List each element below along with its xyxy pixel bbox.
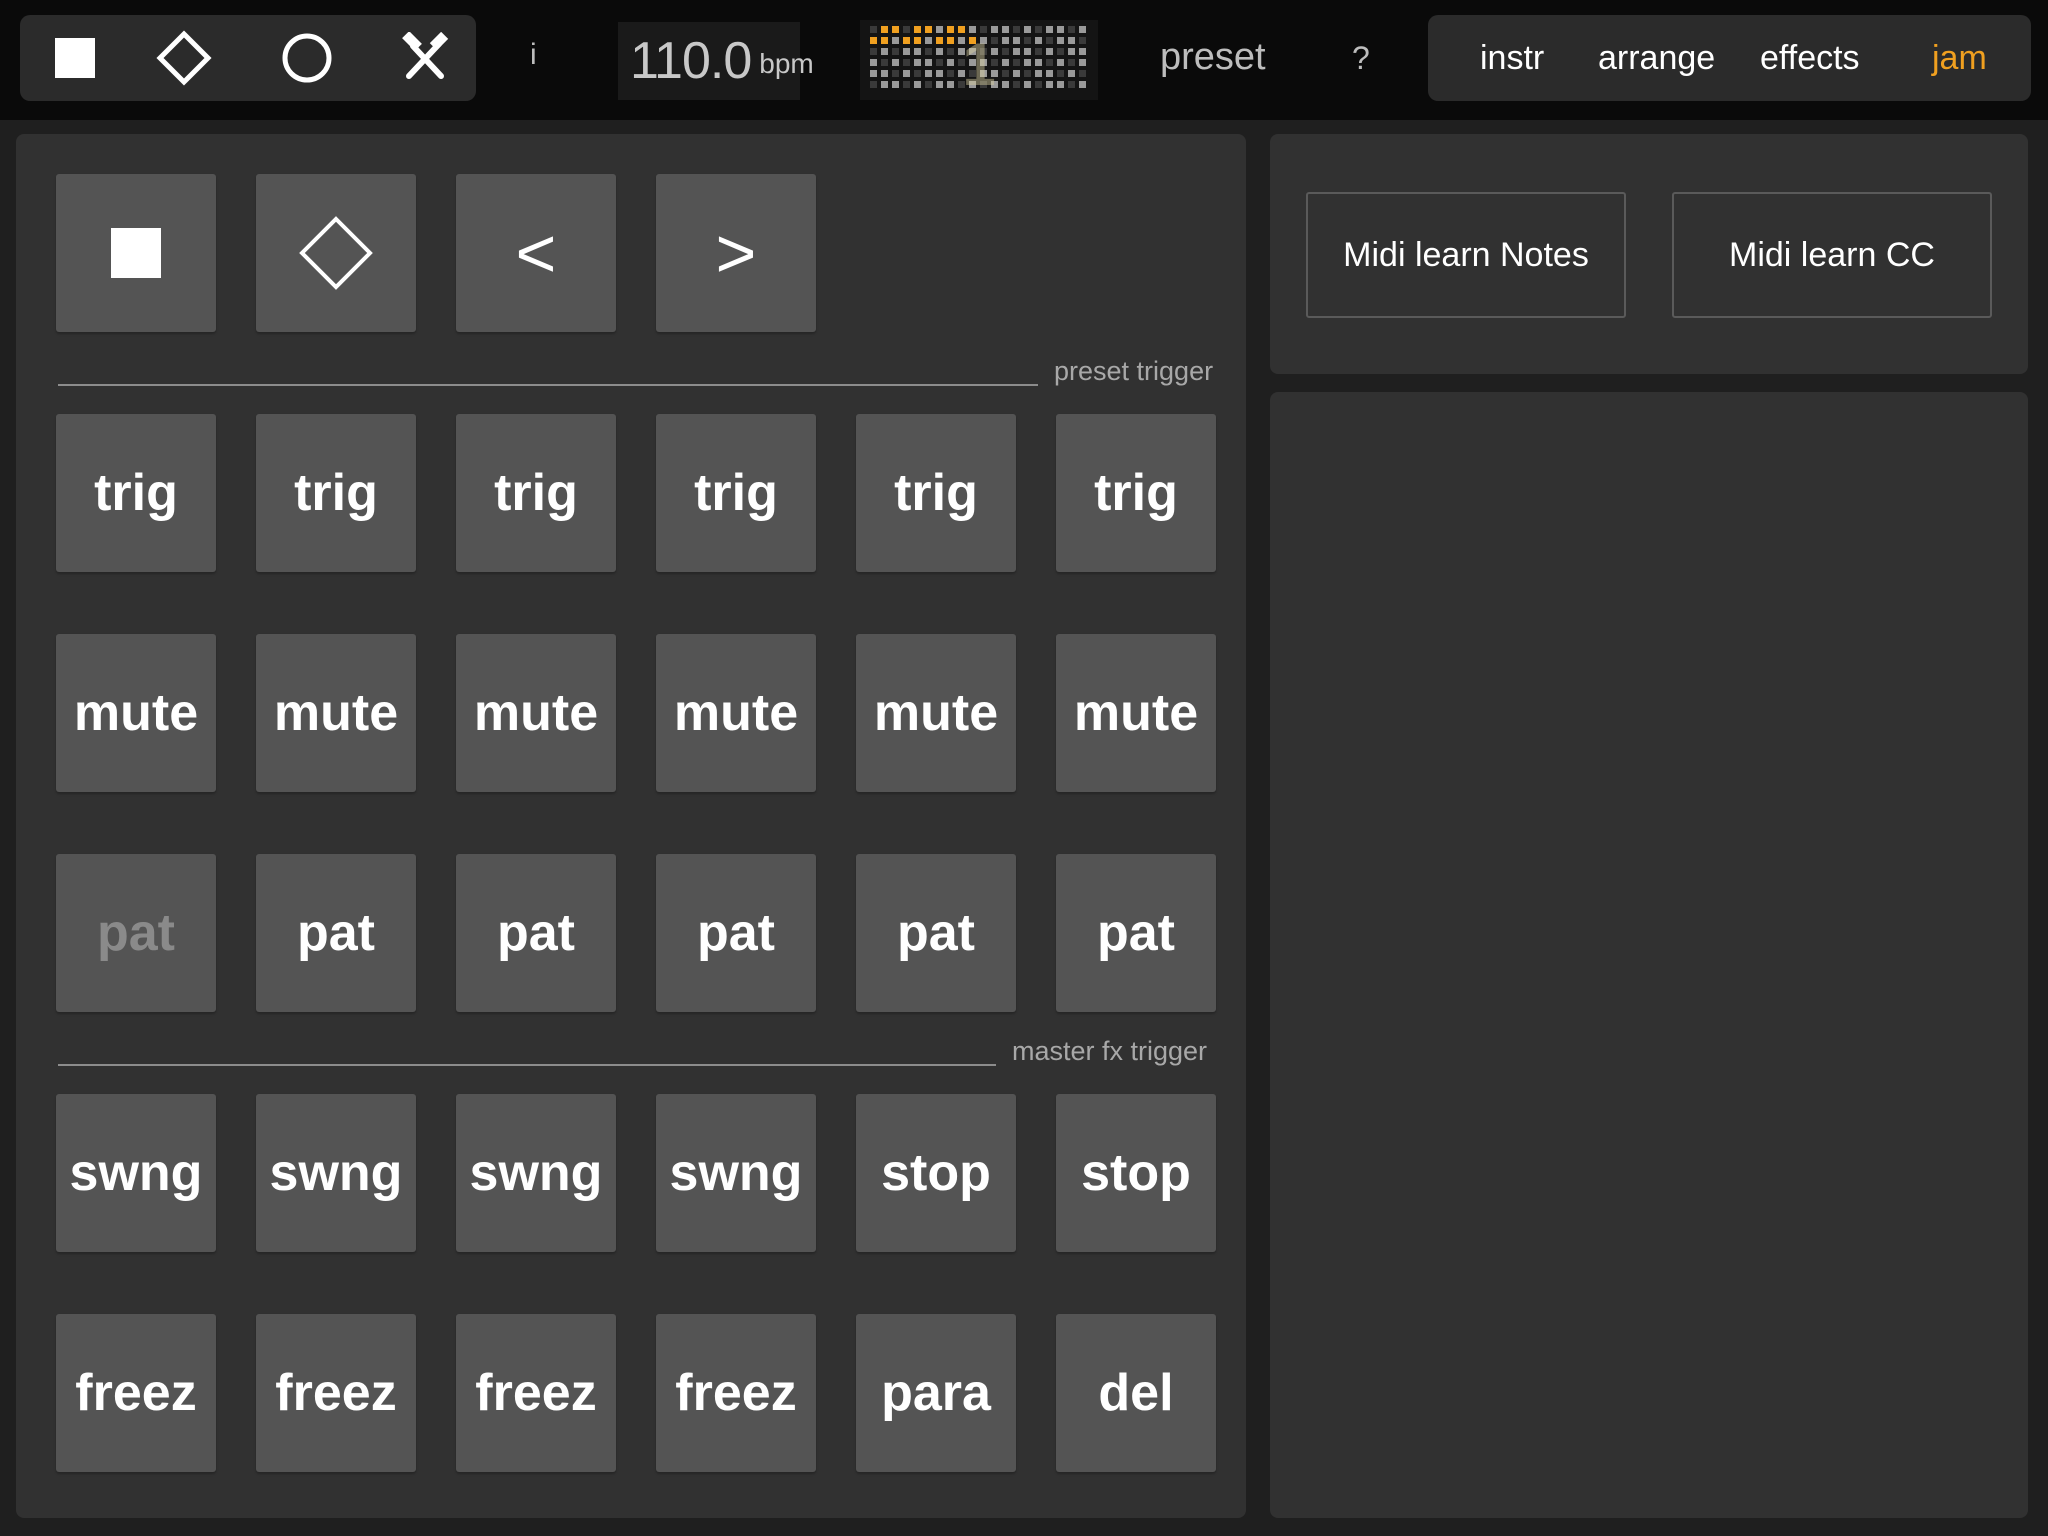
- transport-group: [20, 15, 476, 101]
- freeze-pad-4[interactable]: freez: [656, 1314, 816, 1472]
- master-fx-trigger-label: master fx trigger: [1012, 1036, 1208, 1066]
- circle-record-icon[interactable]: [279, 30, 335, 86]
- empty-side-panel: [1270, 392, 2028, 1518]
- pat-pad-6[interactable]: pat: [1056, 854, 1216, 1012]
- mute-pad-1[interactable]: mute: [56, 634, 216, 792]
- mute-pad-5[interactable]: mute: [856, 634, 1016, 792]
- info-button[interactable]: i: [530, 38, 537, 72]
- pat-pad-4[interactable]: pat: [656, 854, 816, 1012]
- preset-trigger-divider: [58, 384, 1038, 386]
- delay-fx-pad[interactable]: del: [1056, 1314, 1216, 1472]
- stop-square-icon[interactable]: [47, 30, 103, 86]
- mute-pad-4[interactable]: mute: [656, 634, 816, 792]
- freeze-pad-3[interactable]: freez: [456, 1314, 616, 1472]
- stop-fx-pad-1[interactable]: stop: [856, 1094, 1016, 1252]
- help-button[interactable]: ?: [1352, 40, 1370, 77]
- bpm-value: 110.0: [630, 32, 752, 90]
- midi-learn-cc-button[interactable]: Midi learn CC: [1672, 192, 1992, 318]
- swing-pad-2[interactable]: swng: [256, 1094, 416, 1252]
- stop-square-icon: [111, 228, 161, 278]
- step-dot-matrix: [870, 26, 1086, 88]
- midi-learn-panel: Midi learn Notes Midi learn CC: [1270, 134, 2028, 374]
- pat-pad-3[interactable]: pat: [456, 854, 616, 1012]
- hammer-wrench-icon[interactable]: [397, 30, 453, 86]
- trig-pad-1[interactable]: trig: [56, 414, 216, 572]
- jam-stop-pad[interactable]: [56, 174, 216, 332]
- swing-pad-1[interactable]: swng: [56, 1094, 216, 1252]
- diamond-play-icon: [299, 216, 373, 290]
- para-fx-pad[interactable]: para: [856, 1314, 1016, 1472]
- midi-learn-notes-button[interactable]: Midi learn Notes: [1306, 192, 1626, 318]
- view-tabs: instr arrange effects jam: [1428, 15, 2031, 101]
- bpm-display[interactable]: 110.0 bpm: [618, 22, 814, 100]
- freeze-pad-2[interactable]: freez: [256, 1314, 416, 1472]
- freeze-pad-1[interactable]: freez: [56, 1314, 216, 1472]
- trig-pad-2[interactable]: trig: [256, 414, 416, 572]
- pat-pad-1[interactable]: pat: [56, 854, 216, 1012]
- jam-next-pad[interactable]: >: [656, 174, 816, 332]
- preset-trigger-label: preset trigger: [1054, 356, 1214, 386]
- mute-pad-2[interactable]: mute: [256, 634, 416, 792]
- pat-pad-2[interactable]: pat: [256, 854, 416, 1012]
- step-position-display: 1: [860, 20, 1098, 100]
- tab-effects[interactable]: effects: [1760, 39, 1860, 78]
- jam-pad-panel: < > preset trigger trig trig trig trig t…: [16, 134, 1246, 1518]
- master-fx-trigger-divider: [58, 1064, 996, 1066]
- bpm-unit: bpm: [759, 48, 814, 79]
- diamond-play-icon[interactable]: [156, 30, 212, 86]
- mute-pad-6[interactable]: mute: [1056, 634, 1216, 792]
- trig-pad-6[interactable]: trig: [1056, 414, 1216, 572]
- trig-pad-3[interactable]: trig: [456, 414, 616, 572]
- pat-pad-5[interactable]: pat: [856, 854, 1016, 1012]
- tab-jam[interactable]: jam: [1932, 39, 1987, 78]
- tab-arrange[interactable]: arrange: [1598, 39, 1715, 78]
- trig-pad-5[interactable]: trig: [856, 414, 1016, 572]
- preset-button[interactable]: preset: [1160, 36, 1266, 79]
- top-bar: i 110.0 bpm 1 preset ? instr arrange eff…: [0, 0, 2048, 120]
- trig-pad-4[interactable]: trig: [656, 414, 816, 572]
- stop-fx-pad-2[interactable]: stop: [1056, 1094, 1216, 1252]
- mute-pad-3[interactable]: mute: [456, 634, 616, 792]
- jam-prev-pad[interactable]: <: [456, 174, 616, 332]
- swing-pad-4[interactable]: swng: [656, 1094, 816, 1252]
- tab-instr[interactable]: instr: [1480, 39, 1544, 78]
- swing-pad-3[interactable]: swng: [456, 1094, 616, 1252]
- jam-play-pad[interactable]: [256, 174, 416, 332]
